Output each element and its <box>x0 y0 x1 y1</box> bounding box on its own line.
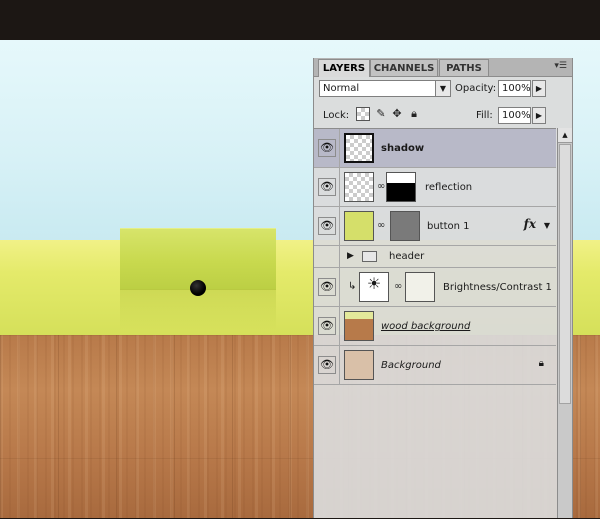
layer-name: Background <box>381 360 441 371</box>
layers-list: 👁︎ shadow 👁︎ ∞ reflection 👁︎ ∞ button 1 … <box>314 128 556 519</box>
layer-name: reflection <box>425 182 473 193</box>
layer-row-wood-background[interactable]: 👁︎ wood background <box>314 307 556 346</box>
blend-mode-select[interactable]: Normal ▼ <box>319 80 451 97</box>
layer-thumbnail <box>344 211 374 241</box>
eye-icon[interactable]: 👁︎ <box>318 317 336 335</box>
chevron-down-icon[interactable]: ▼ <box>435 81 450 96</box>
layer-row-shadow[interactable]: 👁︎ shadow <box>314 129 556 168</box>
eye-icon[interactable]: 👁︎ <box>318 139 336 157</box>
fill-slider-button[interactable]: ▶ <box>532 107 546 124</box>
fill-input[interactable]: 100% <box>498 107 531 124</box>
panel-tabs: LAYERS CHANNELS PATHS ▾☰ <box>314 58 572 77</box>
opacity-label: Opacity: <box>455 83 497 94</box>
scroll-thumb[interactable] <box>559 144 571 404</box>
layer-mask-thumbnail <box>390 211 420 241</box>
panel-menu-icon[interactable]: ▾☰ <box>554 61 567 71</box>
layer-mask-thumbnail <box>386 172 416 202</box>
layer-thumbnail <box>344 172 374 202</box>
layers-scrollbar[interactable]: ▲ <box>557 128 572 518</box>
lock-paint-icon[interactable]: ✎ <box>374 107 388 121</box>
layer-name: shadow <box>381 143 425 154</box>
opacity-input[interactable]: 100% <box>498 80 531 97</box>
layer-name: Brightness/Contrast 1 <box>443 282 552 293</box>
fx-icon[interactable]: fx <box>524 217 536 231</box>
layers-panel: LAYERS CHANNELS PATHS ▾☰ Normal ▼ Opacit… <box>313 58 573 518</box>
clipping-arrow-icon: ↳ <box>348 281 357 292</box>
lock-label: Lock: <box>323 110 350 121</box>
link-icon[interactable]: ∞ <box>394 281 402 292</box>
lock-icon: 🔒︎ <box>538 358 544 369</box>
brightness-contrast-icon: ☀ <box>359 272 389 302</box>
tab-paths[interactable]: PATHS <box>439 59 489 76</box>
layer-name: button 1 <box>427 221 470 232</box>
blend-mode-value: Normal <box>323 83 360 94</box>
layer-name: header <box>389 251 425 262</box>
top-bar <box>0 0 600 40</box>
layer-row-button-1[interactable]: 👁︎ ∞ button 1 fx ▼ <box>314 207 556 246</box>
scroll-up-icon[interactable]: ▲ <box>558 128 572 143</box>
layer-thumbnail <box>344 350 374 380</box>
layer-row-reflection[interactable]: 👁︎ ∞ reflection <box>314 168 556 207</box>
layer-name: wood background <box>381 321 471 332</box>
layer-row-brightness-contrast[interactable]: 👁︎ ↳ ☀ ∞ Brightness/Contrast 1 <box>314 268 556 307</box>
link-icon[interactable]: ∞ <box>377 220 385 231</box>
eye-icon[interactable]: 👁︎ <box>318 278 336 296</box>
opacity-slider-button[interactable]: ▶ <box>532 80 546 97</box>
eye-icon[interactable]: 👁︎ <box>318 178 336 196</box>
fill-label: Fill: <box>476 110 493 121</box>
layer-row-header[interactable]: ▶ header <box>314 246 556 268</box>
eye-icon[interactable]: 👁︎ <box>318 356 336 374</box>
tab-layers[interactable]: LAYERS <box>318 59 370 77</box>
expand-group-icon[interactable]: ▶ <box>347 251 354 261</box>
lock-transparency-icon[interactable] <box>356 107 370 121</box>
tab-channels[interactable]: CHANNELS <box>370 59 438 76</box>
layer-row-background[interactable]: 👁︎ Background 🔒︎ <box>314 346 556 385</box>
layer-thumbnail <box>344 133 374 163</box>
layer-mask-thumbnail <box>405 272 435 302</box>
expand-effects-icon[interactable]: ▼ <box>544 221 550 230</box>
link-icon[interactable]: ∞ <box>377 181 385 192</box>
lock-all-icon[interactable]: 🔒︎ <box>407 107 421 121</box>
black-knob <box>190 280 206 296</box>
eye-icon[interactable]: 👁︎ <box>318 217 336 235</box>
layer-thumbnail <box>344 311 374 341</box>
folder-icon <box>362 251 377 262</box>
lock-position-icon[interactable]: ✥ <box>390 107 404 121</box>
